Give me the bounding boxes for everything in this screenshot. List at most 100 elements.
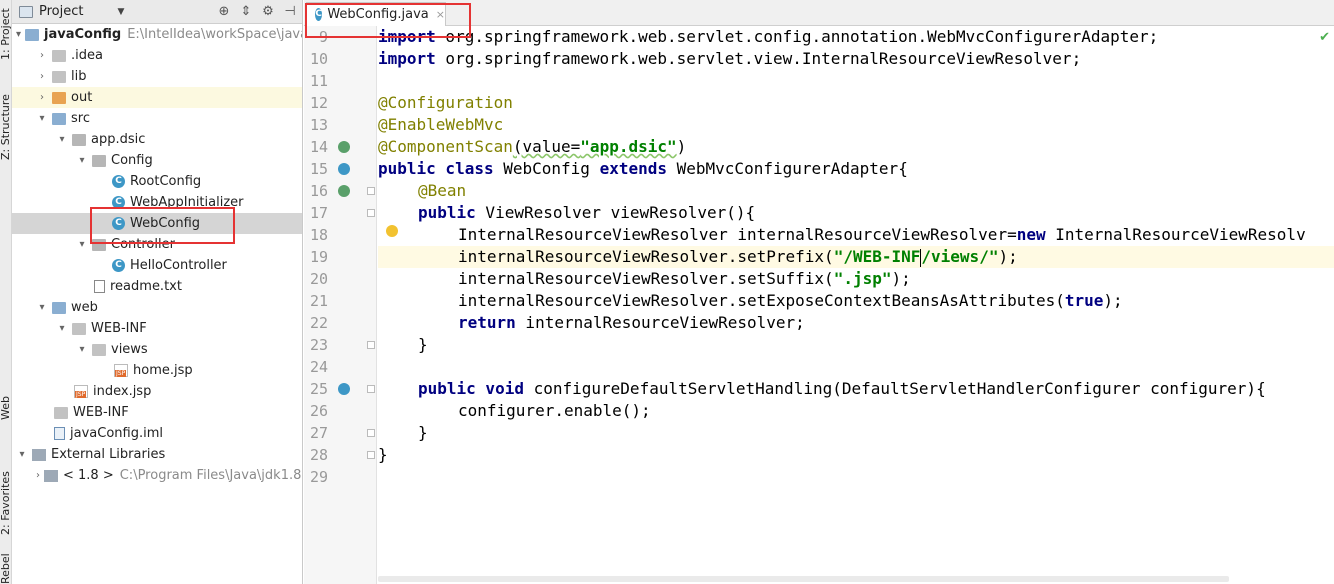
tree-item-label: RootConfig: [130, 174, 202, 189]
tree-item-web-inf-root[interactable]: WEB-INF: [12, 402, 302, 423]
web-tool-tab[interactable]: Web: [0, 396, 12, 420]
line-number: 18: [309, 226, 328, 244]
line-number: 12: [309, 94, 328, 112]
expand-arrow-icon[interactable]: ›: [36, 92, 48, 103]
folder-icon: [92, 343, 106, 356]
class-icon: C: [112, 259, 125, 272]
folder-icon: [72, 322, 86, 335]
line-number: 10: [309, 50, 328, 68]
horizontal-scrollbar[interactable]: [378, 576, 1229, 582]
code-line-27: }: [418, 423, 428, 442]
intention-bulb-icon[interactable]: [386, 225, 398, 237]
excluded-folder-icon: [52, 91, 66, 104]
tree-item-app-dsic[interactable]: ▾ app.dsic: [12, 129, 302, 150]
bean-gutter-icon[interactable]: [338, 185, 350, 197]
fold-marker-icon[interactable]: [367, 429, 375, 437]
code-area[interactable]: import org.springframework.web.servlet.c…: [378, 26, 1334, 584]
tree-item-label: < 1.8 >: [63, 468, 114, 483]
tree-item-rootconfig[interactable]: C RootConfig: [12, 171, 302, 192]
class-icon: C: [112, 175, 125, 188]
collapse-arrow-icon[interactable]: ▾: [36, 113, 48, 124]
collapse-arrow-icon[interactable]: ▾: [36, 302, 48, 313]
collapse-arrow-icon[interactable]: ▾: [76, 344, 88, 355]
collapse-arrow-icon[interactable]: ▾: [16, 449, 28, 460]
jdk-icon: [44, 469, 58, 482]
line-number: 20: [309, 270, 328, 288]
source-folder-icon: [52, 112, 66, 125]
tree-item-label: HelloController: [130, 258, 227, 273]
tab-highlight-box: [305, 3, 471, 38]
project-panel-header: Project ▼ ⊕ ⇕ ⚙ ⊣: [12, 0, 302, 24]
tree-item-label: External Libraries: [51, 447, 166, 462]
line-number: 22: [309, 314, 328, 332]
package-icon: [92, 154, 106, 167]
tree-item-javaconfig-iml[interactable]: javaConfig.iml: [12, 423, 302, 444]
project-panel-title[interactable]: Project: [39, 4, 83, 19]
expand-arrow-icon[interactable]: ›: [36, 71, 48, 82]
code-line-21: internalResourceViewResolver.setExposeCo…: [458, 291, 1123, 310]
tree-item-label: javaConfig.iml: [70, 426, 163, 441]
override-method-gutter-icon[interactable]: [338, 383, 350, 395]
tree-item-idea[interactable]: › .idea: [12, 45, 302, 66]
spring-config-gutter-icon[interactable]: [338, 141, 350, 153]
tree-item-label: index.jsp: [93, 384, 152, 399]
code-line-9: import org.springframework.web.servlet.c…: [378, 27, 1159, 46]
fold-marker-icon[interactable]: [367, 385, 375, 393]
tree-item-lib[interactable]: › lib: [12, 66, 302, 87]
fold-marker-icon[interactable]: [367, 209, 375, 217]
tree-highlight-box: [90, 207, 235, 244]
fold-marker-icon[interactable]: [367, 341, 375, 349]
tree-item-jdk[interactable]: › < 1.8 > C:\Program Files\Java\jdk1.8.0…: [12, 465, 302, 486]
line-number: 15: [309, 160, 328, 178]
line-number: 19: [309, 248, 328, 266]
hide-panel-icon[interactable]: ⊣: [282, 4, 298, 19]
expand-arrow-icon[interactable]: ›: [36, 470, 40, 481]
line-number: 13: [309, 116, 328, 134]
iml-file-icon: [54, 427, 65, 440]
code-line-13: @EnableWebMvc: [378, 115, 504, 134]
collapse-arrow-icon[interactable]: ▾: [16, 29, 21, 40]
structure-tool-tab[interactable]: Z: Structure: [0, 94, 12, 160]
scroll-from-source-icon[interactable]: ⊕: [216, 4, 232, 19]
tree-item-views[interactable]: ▾ views: [12, 339, 302, 360]
fold-marker-icon[interactable]: [367, 451, 375, 459]
tree-item-index-jsp[interactable]: index.jsp: [12, 381, 302, 402]
line-number: 21: [309, 292, 328, 310]
tree-item-hellocontroller[interactable]: C HelloController: [12, 255, 302, 276]
collapse-arrow-icon[interactable]: ▾: [56, 134, 68, 145]
module-folder-icon: [25, 28, 40, 41]
view-dropdown-icon[interactable]: ▼: [117, 7, 124, 17]
collapse-arrow-icon[interactable]: ▾: [56, 323, 68, 334]
collapse-all-icon[interactable]: ⇕: [238, 4, 254, 19]
expand-arrow-icon[interactable]: ›: [36, 50, 48, 61]
code-line-23: }: [418, 335, 428, 354]
tree-item-web[interactable]: ▾ web: [12, 297, 302, 318]
tree-item-javaconfig[interactable]: ▾ javaConfig E:\IntelIdea\workSpace\java…: [12, 24, 302, 45]
tree-item-web-inf[interactable]: ▾ WEB-INF: [12, 318, 302, 339]
fold-marker-icon[interactable]: [367, 187, 375, 195]
collapse-arrow-icon[interactable]: ▾: [76, 239, 88, 250]
tree-item-label: javaConfig: [44, 27, 122, 42]
code-line-12: @Configuration: [378, 93, 513, 112]
no-problems-check-icon[interactable]: ✔: [1319, 30, 1330, 45]
rebel-tool-tab[interactable]: Rebel: [0, 553, 12, 584]
tree-item-external-libraries[interactable]: ▾ External Libraries: [12, 444, 302, 465]
tree-item-readme[interactable]: readme.txt: [12, 276, 302, 297]
tree-item-out[interactable]: › out: [12, 87, 302, 108]
tree-item-config[interactable]: ▾ Config: [12, 150, 302, 171]
project-panel: Project ▼ ⊕ ⇕ ⚙ ⊣ ▾ javaConfig E:\IntelI…: [12, 0, 303, 584]
line-number: 27: [309, 424, 328, 442]
spring-bean-gutter-icon[interactable]: [338, 163, 350, 175]
project-tool-tab[interactable]: 1: Project: [0, 8, 12, 60]
collapse-arrow-icon[interactable]: ▾: [76, 155, 88, 166]
settings-gear-icon[interactable]: ⚙: [260, 4, 276, 19]
line-number: 11: [309, 72, 328, 90]
tree-item-home-jsp[interactable]: home.jsp: [12, 360, 302, 381]
tree-item-src[interactable]: ▾ src: [12, 108, 302, 129]
tree-item-label: lib: [71, 69, 87, 84]
favorites-tool-tab[interactable]: 2: Favorites: [0, 471, 12, 535]
code-line-25: public void configureDefaultServletHandl…: [418, 379, 1266, 398]
line-number: 14: [309, 138, 328, 156]
jsp-file-icon: [114, 364, 128, 377]
tree-item-label: views: [111, 342, 148, 357]
